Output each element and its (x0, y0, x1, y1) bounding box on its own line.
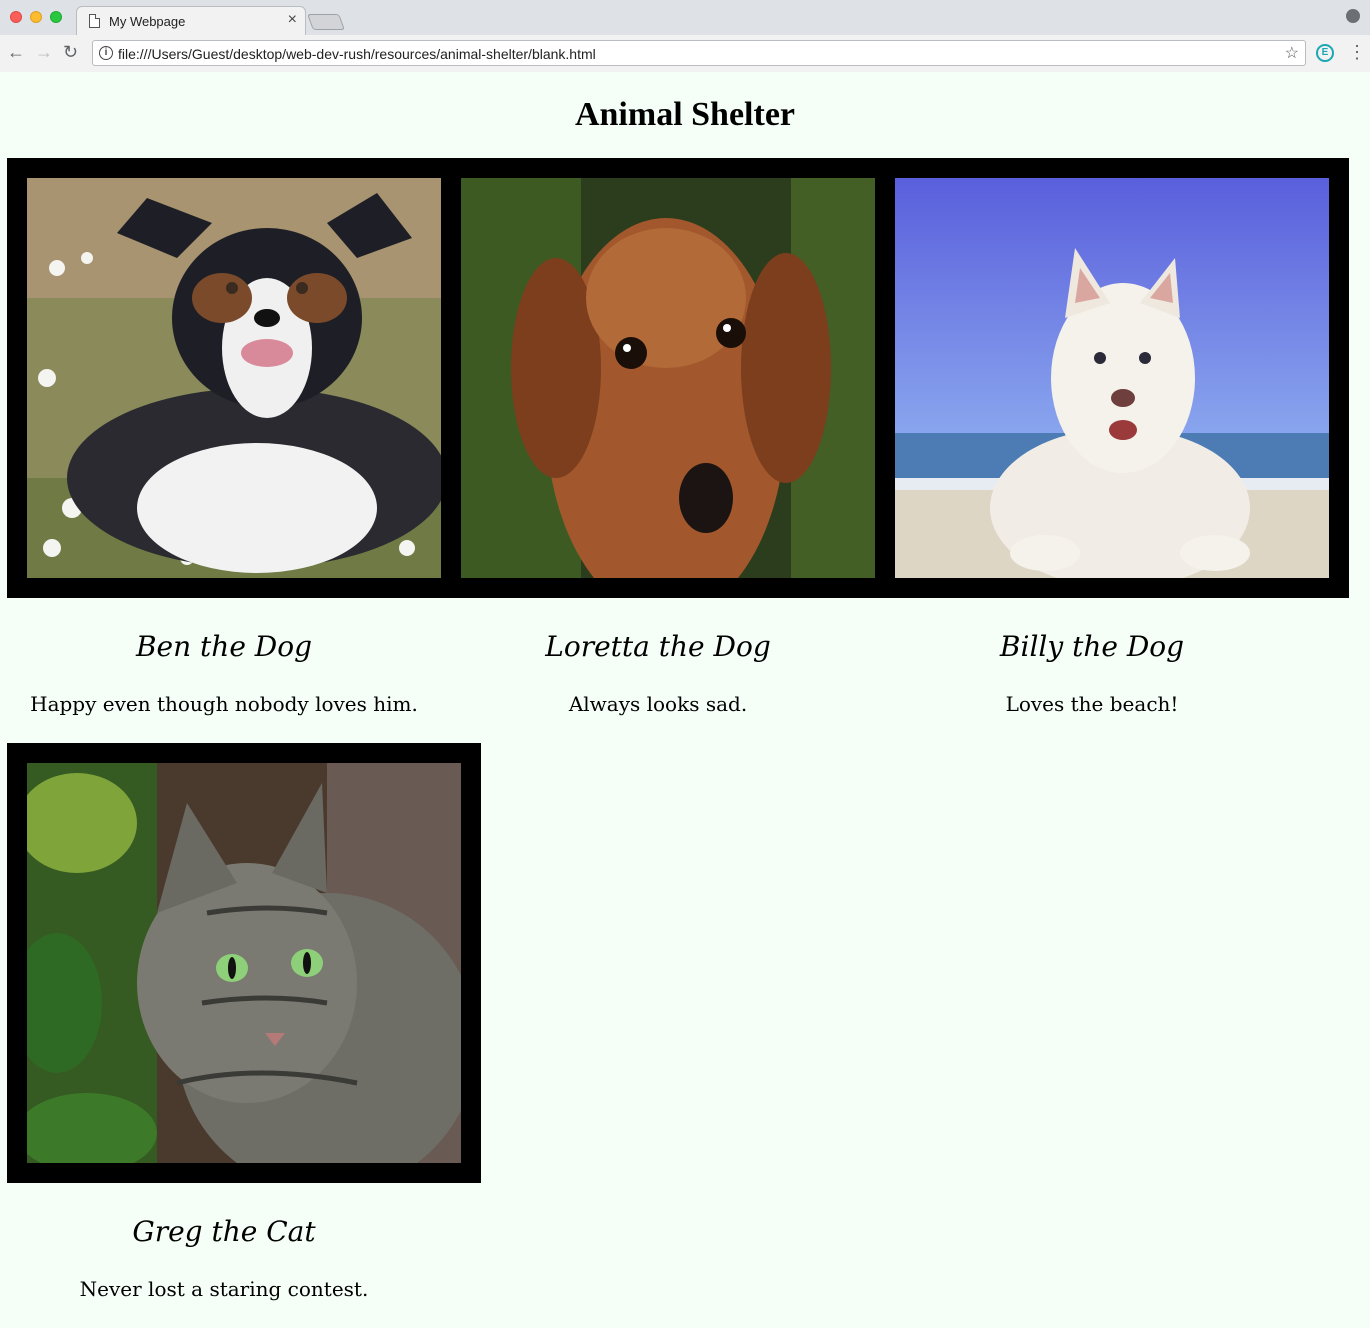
cat-photo-frame (7, 743, 481, 1183)
pet-name: Ben the Dog (135, 630, 313, 663)
tab-close-icon[interactable]: × (288, 11, 297, 29)
greg-cat-photo (27, 763, 461, 1163)
reload-icon[interactable]: ↻ (63, 41, 78, 63)
tab-title: My Webpage (109, 14, 186, 29)
new-tab-button[interactable] (307, 14, 345, 30)
minimize-window-button[interactable] (30, 11, 42, 23)
info-icon[interactable]: i (99, 46, 113, 60)
page-icon (89, 14, 100, 28)
url-text[interactable]: file:///Users/Guest/desktop/web-dev-rush… (118, 46, 596, 62)
pet-name: Greg the Cat (132, 1215, 316, 1248)
bookmark-star-icon[interactable]: ☆ (1285, 43, 1299, 63)
loretta-dog-photo (461, 178, 875, 578)
browser-toolbar: ← → ↻ i file:///Users/Guest/desktop/web-… (0, 35, 1370, 72)
forward-arrow-icon[interactable]: → (35, 41, 53, 63)
back-arrow-icon[interactable]: ← (7, 41, 25, 63)
profile-icon[interactable] (1346, 9, 1360, 23)
window-controls (10, 11, 62, 23)
pet-description: Loves the beach! (1005, 692, 1179, 716)
browser-menu-icon[interactable]: ⋮ (1348, 42, 1366, 62)
extension-icon[interactable]: E (1316, 44, 1334, 62)
browser-chrome: My Webpage × ← → ↻ i file:///Users/Guest… (0, 0, 1370, 72)
maximize-window-button[interactable] (50, 11, 62, 23)
page-title: Animal Shelter (574, 96, 796, 133)
browser-tab[interactable]: My Webpage × (76, 6, 306, 35)
pet-description: Always looks sad. (568, 692, 748, 716)
pet-name: Billy the Dog (999, 630, 1185, 663)
pet-name: Loretta the Dog (545, 630, 771, 663)
ben-dog-photo (27, 178, 441, 578)
pet-description: Happy even though nobody loves him. (30, 692, 418, 716)
close-window-button[interactable] (10, 11, 22, 23)
pet-description: Never lost a staring contest. (79, 1277, 369, 1301)
billy-dog-photo (895, 178, 1329, 578)
address-bar[interactable]: i file:///Users/Guest/desktop/web-dev-ru… (92, 40, 1306, 66)
dogs-photo-frame (7, 158, 1349, 598)
